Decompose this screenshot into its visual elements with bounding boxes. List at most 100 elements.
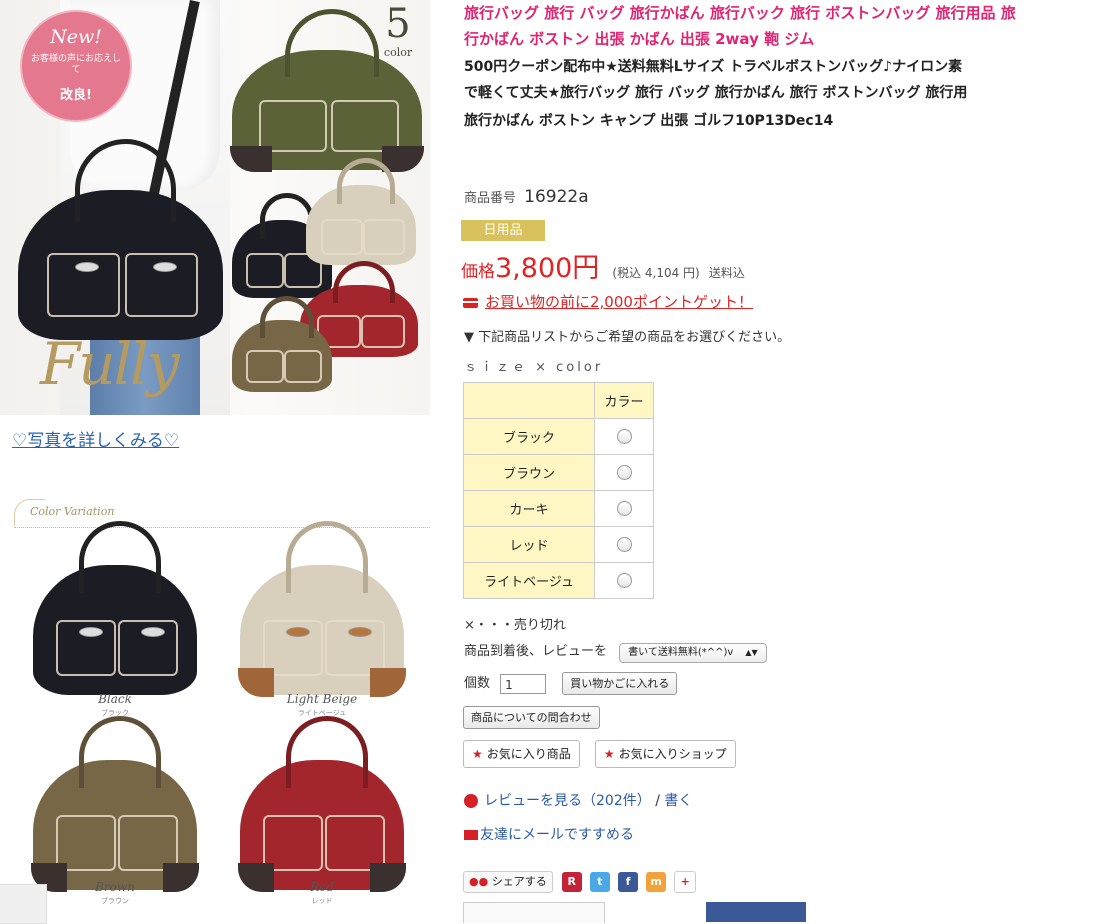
favorite-item-label: お気に入り商品 xyxy=(486,747,571,761)
star-icon: ★ xyxy=(472,747,483,761)
price-row: 価格3,800円 (税込 4,104 円) 送料込 xyxy=(461,246,745,285)
color-variation-header: Color Variation xyxy=(14,499,430,528)
bag-black-image xyxy=(33,520,197,695)
add-to-cart-button[interactable]: 買い物かごに入れる xyxy=(562,672,678,695)
item-number-label: 商品番号 xyxy=(464,191,517,206)
select-arrows-icon: ▲▼ xyxy=(745,648,758,657)
review-row: レビューを見る（202件） / 書く xyxy=(464,790,692,810)
size-color-label: ｓｉｚｅ × color xyxy=(464,360,604,375)
product-main-image[interactable]: New! お客様の声にお応えして 改良! 5 color Fully xyxy=(0,0,430,415)
points-text: お買い物の前に2,000ポイントゲット！ xyxy=(485,293,753,311)
mixi-icon[interactable]: m xyxy=(646,872,667,892)
favorite-item-button[interactable]: ★ お気に入り商品 xyxy=(463,740,580,768)
review-separator: / xyxy=(655,793,660,809)
card-icon xyxy=(463,297,478,308)
mail-recommend-label: 友達にメールですすめる xyxy=(480,827,634,843)
bag-beige-image xyxy=(238,520,406,697)
choose-note: ▼ 下記商品リストからご希望の商品をお選びください。 xyxy=(464,330,791,345)
item-number-value: 16922a xyxy=(524,187,589,207)
favorite-shop-label: お気に入りショップ xyxy=(618,747,727,761)
review-write-link[interactable]: 書く xyxy=(664,793,692,809)
new-badge-text: お客様の声にお応えして xyxy=(30,54,121,75)
variation-item-black[interactable]: Black ブラック xyxy=(15,520,215,720)
color-name: ライトベージュ xyxy=(463,562,595,599)
table-row: ライトベージュ xyxy=(463,562,654,599)
facebook-icon[interactable]: f xyxy=(617,872,638,892)
review-option-row: 商品到着後、レビューを 書いて送料無料(*^^)v ▲▼ xyxy=(464,640,767,663)
rakuten-icon[interactable]: R xyxy=(561,872,582,892)
share-label: シェアする xyxy=(491,875,547,888)
review-select[interactable]: 書いて送料無料(*^^)v ▲▼ xyxy=(619,643,767,663)
quantity-label: 個数 xyxy=(464,676,491,691)
bag-red-image xyxy=(238,715,406,892)
color-name: レッド xyxy=(463,526,595,563)
color-count-label: color xyxy=(383,46,413,59)
product-title-line: 行かばん ボストン 出張 かばん 出張 2way 鞄 ジム xyxy=(464,30,815,48)
people-icon: ●● xyxy=(469,875,489,888)
variant-table: カラー ブラック ブラウン カーキ レッド ライトベージュ xyxy=(463,382,654,599)
bag-brown-small xyxy=(232,295,332,392)
table-row: ブラウン xyxy=(463,454,654,491)
table-row: ブラック xyxy=(463,418,654,455)
product-title-line: 旅行バッグ 旅行 バッグ 旅行かばん 旅行バック 旅行 ボストンバッグ 旅行用品… xyxy=(464,4,1016,22)
color-count-number: 5 xyxy=(385,1,411,47)
variation-item-red[interactable]: Red レッド xyxy=(222,715,422,922)
product-catch-line: 旅行かばん ボストン キャンプ 出張 ゴルフ10P13Dec14 xyxy=(464,113,834,129)
new-badge: New! お客様の声にお応えして 改良! xyxy=(22,12,130,120)
side-tab[interactable] xyxy=(0,884,47,924)
bag-brown-image xyxy=(31,715,199,892)
variation-name: Light Beige xyxy=(286,692,358,706)
variation-name: Red xyxy=(310,880,334,894)
photo-detail-link[interactable]: ♡写真を詳しくみる♡ xyxy=(12,426,179,451)
plus-icon[interactable]: + xyxy=(674,871,697,893)
soldout-note: ×・・・売り切れ xyxy=(464,618,566,633)
table-header-color: カラー xyxy=(594,382,654,419)
bag-beige-small xyxy=(306,157,416,265)
price-value: 3,800円 xyxy=(495,253,600,284)
color-name: ブラック xyxy=(463,418,595,455)
shipping-note: 送料込 xyxy=(708,266,745,280)
color-radio-red[interactable] xyxy=(616,537,632,552)
color-radio-light-beige[interactable] xyxy=(616,573,632,588)
quantity-input[interactable]: 1 xyxy=(500,673,547,694)
points-link[interactable]: お買い物の前に2,000ポイントゲット！ xyxy=(463,291,753,312)
color-variation-title: Color Variation xyxy=(30,505,115,518)
favorites-row: ★ お気に入り商品 ★ お気に入りショップ xyxy=(463,740,746,768)
twitter-icon[interactable]: t xyxy=(589,872,610,892)
review-icon xyxy=(464,794,478,808)
product-catch-line: で軽くて丈夫★旅行バッグ 旅行 バッグ 旅行かばん 旅行 ボストンバッグ 旅行用 xyxy=(464,85,968,101)
variation-name: Black xyxy=(98,692,132,706)
quantity-row: 個数 1 買い物かごに入れる xyxy=(464,672,678,695)
product-catch-line: 500円クーポン配布中★送料無料Lサイズ トラベルボストンバッグ♪ナイロン素 xyxy=(464,59,963,75)
bag-olive xyxy=(230,9,424,172)
variation-item-light-beige[interactable]: Light Beige ライトベージュ xyxy=(222,520,422,720)
bag-black-large xyxy=(18,139,223,340)
item-number: 商品番号 16922a xyxy=(464,187,589,207)
star-icon: ★ xyxy=(603,747,615,761)
variation-sub: レッド xyxy=(311,897,333,905)
review-view-link[interactable]: レビューを見る（202件） xyxy=(484,793,651,809)
favorite-shop-button[interactable]: ★ お気に入りショップ xyxy=(594,740,736,768)
facebook-like-widget[interactable] xyxy=(706,902,806,922)
color-count: 5 color xyxy=(378,2,418,59)
color-name: ブラウン xyxy=(463,454,595,491)
share-row: ●● シェアする R t f m + xyxy=(463,871,699,893)
price-label: 価格 xyxy=(461,262,495,282)
review-select-value: 書いて送料無料(*^^)v xyxy=(628,647,734,658)
table-corner xyxy=(463,382,595,419)
share-button[interactable]: ●● シェアする xyxy=(463,871,553,893)
social-widget[interactable] xyxy=(463,902,605,923)
mail-icon xyxy=(464,830,478,840)
review-prompt: 商品到着後、レビューを xyxy=(464,644,608,659)
mail-recommend-row[interactable]: 友達にメールですすめる xyxy=(464,824,634,844)
table-row: レッド xyxy=(463,526,654,563)
category-badge: 日用品 xyxy=(461,220,545,241)
color-radio-black[interactable] xyxy=(616,429,632,444)
new-badge-improved: 改良! xyxy=(60,88,92,103)
color-radio-brown[interactable] xyxy=(616,465,632,480)
inquiry-button[interactable]: 商品についての問合わせ xyxy=(463,706,600,729)
table-row: カーキ xyxy=(463,490,654,527)
color-radio-khaki[interactable] xyxy=(616,501,632,516)
brand-script: Fully xyxy=(40,330,179,398)
tax-note: (税込 4,104 円) xyxy=(612,266,700,280)
